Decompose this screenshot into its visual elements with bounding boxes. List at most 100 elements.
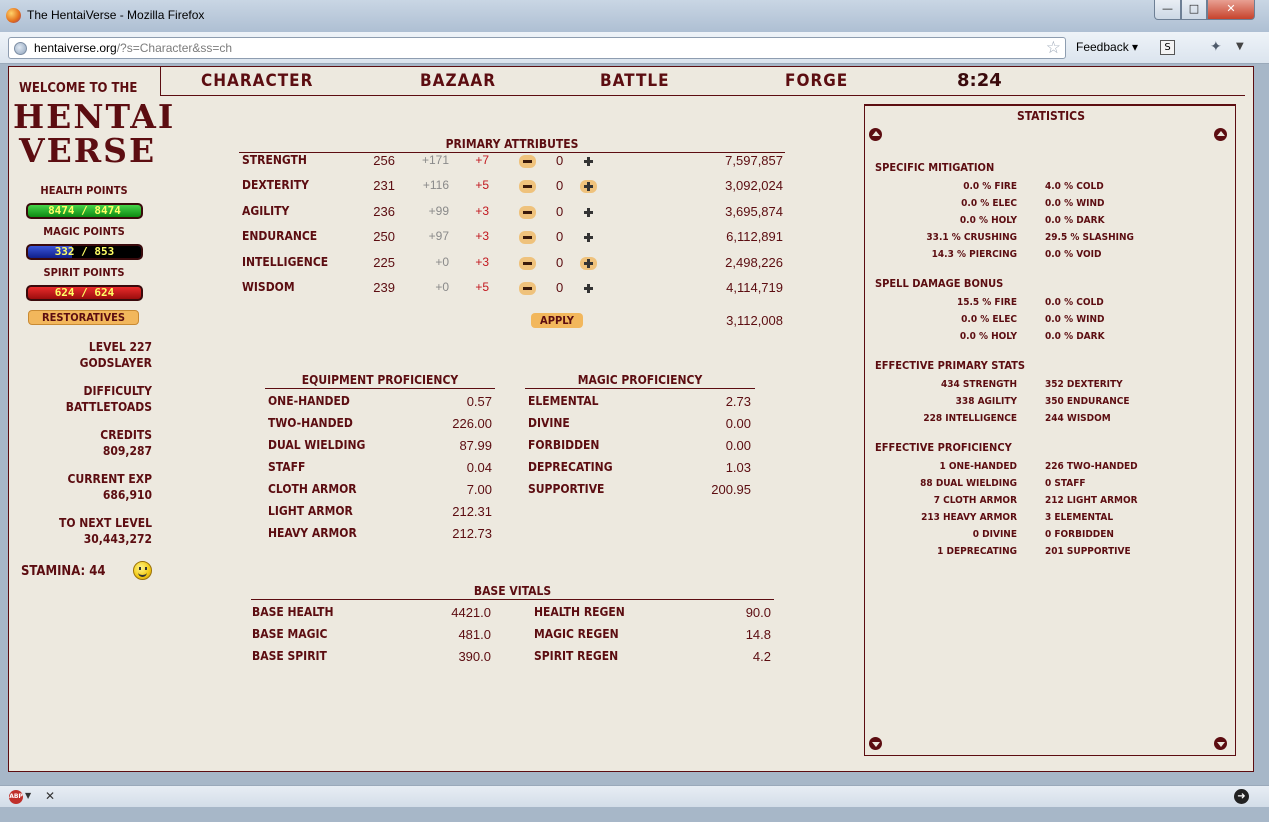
plus-icon[interactable] — [580, 155, 597, 168]
url-path: /?s=Character&ss=ch — [116, 41, 233, 55]
equipment-proficiency-name: Heavy armor — [268, 526, 357, 540]
magic-bar: 332 / 853 — [26, 244, 143, 260]
credits-label: Credits — [100, 428, 152, 442]
plus-icon[interactable] — [580, 256, 597, 270]
magic-proficiency-value: 2.73 — [725, 394, 751, 409]
scroll-up-left-icon[interactable] — [869, 128, 882, 141]
primary-total-cost: 3,112,008 — [726, 313, 783, 328]
maximize-button[interactable]: □ — [1181, 0, 1207, 20]
statistic-left: 434 STRENGTH — [940, 379, 1017, 390]
next-level-info: To Next Level 30,443,272 — [9, 515, 152, 547]
minus-icon[interactable] — [519, 180, 536, 194]
statistic-left: 338 AGILITY — [955, 396, 1017, 407]
magic-value: 332 / 853 — [54, 245, 115, 258]
magic-proficiency-value: 1.03 — [725, 460, 751, 475]
attribute-base: 239 — [373, 280, 395, 295]
statistic-right: 0.0 % DARK — [1045, 331, 1105, 342]
spirit-bar: 624 / 624 — [26, 285, 143, 301]
window-titlebar: The HentaiVerse - Mozilla Firefox — □ ✕ — [0, 0, 1269, 32]
minus-icon[interactable] — [519, 205, 536, 219]
statistic-right: 212 LIGHT ARMOR — [1045, 495, 1138, 506]
minimize-button[interactable]: — — [1154, 0, 1181, 20]
attribute-cost: 6,112,891 — [726, 229, 783, 245]
feedback-button[interactable]: Feedback ▾ — [1076, 40, 1138, 54]
exp-info: Current EXP 686,910 — [9, 471, 152, 503]
add-on-bar: ABP ▼ ✕ ➜ — [0, 785, 1269, 807]
attribute-bonus: +99 — [428, 203, 449, 218]
scroll-down-right-icon[interactable] — [1214, 737, 1227, 750]
nav-battle[interactable]: Battle — [600, 71, 670, 91]
difficulty-label: Difficulty — [83, 384, 152, 398]
equipment-proficiency-name: Staff — [268, 460, 306, 474]
attribute-base: 250 — [373, 229, 395, 245]
url-text[interactable]: hentaiverse.org/?s=Character&ss=ch — [34, 41, 232, 55]
attribute-cost: 2,498,226 — [725, 254, 783, 270]
minus-icon[interactable] — [519, 282, 536, 295]
equipment-proficiency-name: Cloth armor — [268, 482, 357, 496]
plus-icon[interactable] — [580, 282, 597, 295]
chevron-down-icon[interactable]: ▼ — [1236, 41, 1244, 52]
attribute-count: 0 — [556, 229, 564, 245]
minus-icon[interactable] — [519, 256, 536, 270]
nav-character[interactable]: Character — [201, 71, 313, 91]
url-bar[interactable]: hentaiverse.org/?s=Character&ss=ch ☆ — [8, 37, 1066, 59]
statistic-right: 0 FORBIDDEN — [1045, 529, 1114, 540]
equipment-proficiency-name: Light armor — [268, 504, 353, 518]
statistic-right: 226 TWO-HANDED — [1045, 461, 1138, 472]
magic-proficiency-name: Deprecating — [528, 460, 613, 474]
statistics-heading: Spell Damage Bonus — [875, 277, 1004, 290]
attribute-name: Dexterity — [242, 178, 309, 193]
nav-forge[interactable]: Forge — [785, 71, 848, 91]
attribute-base: 236 — [373, 203, 395, 219]
minus-icon[interactable] — [519, 155, 536, 168]
base-vital-name: Base Health — [252, 605, 334, 619]
attribute-count: 0 — [556, 280, 564, 295]
plus-icon[interactable] — [580, 180, 597, 194]
statistic-right: 0.0 % DARK — [1045, 215, 1105, 226]
statistic-left: 14.3 % PIERCING — [931, 249, 1017, 260]
credits-info: Credits 809,287 — [9, 427, 152, 459]
next-level-label: To Next Level — [58, 516, 152, 530]
nav-bazaar[interactable]: Bazaar — [420, 71, 496, 91]
addon-tool-icon[interactable]: ✦ — [1210, 39, 1222, 55]
base-vital-value: 390.0 — [458, 649, 491, 664]
statistic-right: 4.0 % COLD — [1045, 181, 1104, 192]
equipment-proficiency-value: 87.99 — [459, 438, 492, 453]
statistic-right: 0.0 % WIND — [1045, 314, 1105, 325]
attribute-modifier: +5 — [475, 280, 489, 294]
restoratives-button[interactable]: Restoratives — [28, 310, 139, 325]
attribute-name: Endurance — [242, 229, 318, 244]
url-host: hentaiverse.org — [34, 41, 117, 55]
close-button[interactable]: ✕ — [1207, 0, 1255, 20]
next-level-value: 30,443,272 — [83, 532, 152, 546]
bookmark-star-icon[interactable]: ☆ — [1046, 38, 1061, 58]
statistics-panel: Statistics Specific Mitigation 0.0 % FIRE… — [864, 104, 1236, 756]
equipment-proficiency-value: 0.04 — [466, 460, 492, 475]
adblock-icon[interactable]: ABP — [9, 790, 23, 804]
equipment-proficiency-title: Equipment Proficiency — [265, 373, 495, 389]
arrow-right-icon[interactable]: ➜ — [1234, 789, 1249, 804]
s-addon-icon[interactable]: S — [1160, 40, 1175, 55]
regen-name: Spirit Regen — [534, 649, 619, 663]
adblock-menu-icon[interactable]: ▼ — [25, 791, 31, 800]
level-title: Godslayer — [79, 356, 152, 370]
statistic-left: 1 ONE-HANDED — [939, 461, 1017, 472]
attribute-base: 225 — [373, 254, 395, 270]
plus-icon[interactable] — [580, 231, 597, 244]
logo-verse[interactable]: VERSE — [19, 131, 156, 170]
statistic-left: 0.0 % ELEC — [961, 314, 1017, 325]
globe-icon — [14, 42, 27, 55]
minus-icon[interactable] — [519, 231, 536, 245]
attribute-bonus: +116 — [422, 178, 449, 193]
scroll-up-right-icon[interactable] — [1214, 128, 1227, 141]
attribute-modifier: +5 — [475, 178, 489, 193]
attribute-bonus: +0 — [435, 280, 449, 294]
plus-icon[interactable] — [580, 206, 597, 219]
base-vital-name: Base Spirit — [252, 649, 327, 663]
equipment-proficiency-name: Two-handed — [268, 416, 353, 430]
apply-button[interactable]: Apply — [531, 313, 583, 328]
scroll-down-left-icon[interactable] — [869, 737, 882, 750]
base-vital-value: 4421.0 — [451, 605, 491, 620]
statistic-right: 0.0 % VOID — [1045, 249, 1102, 260]
close-addon-bar-icon[interactable]: ✕ — [45, 789, 55, 803]
